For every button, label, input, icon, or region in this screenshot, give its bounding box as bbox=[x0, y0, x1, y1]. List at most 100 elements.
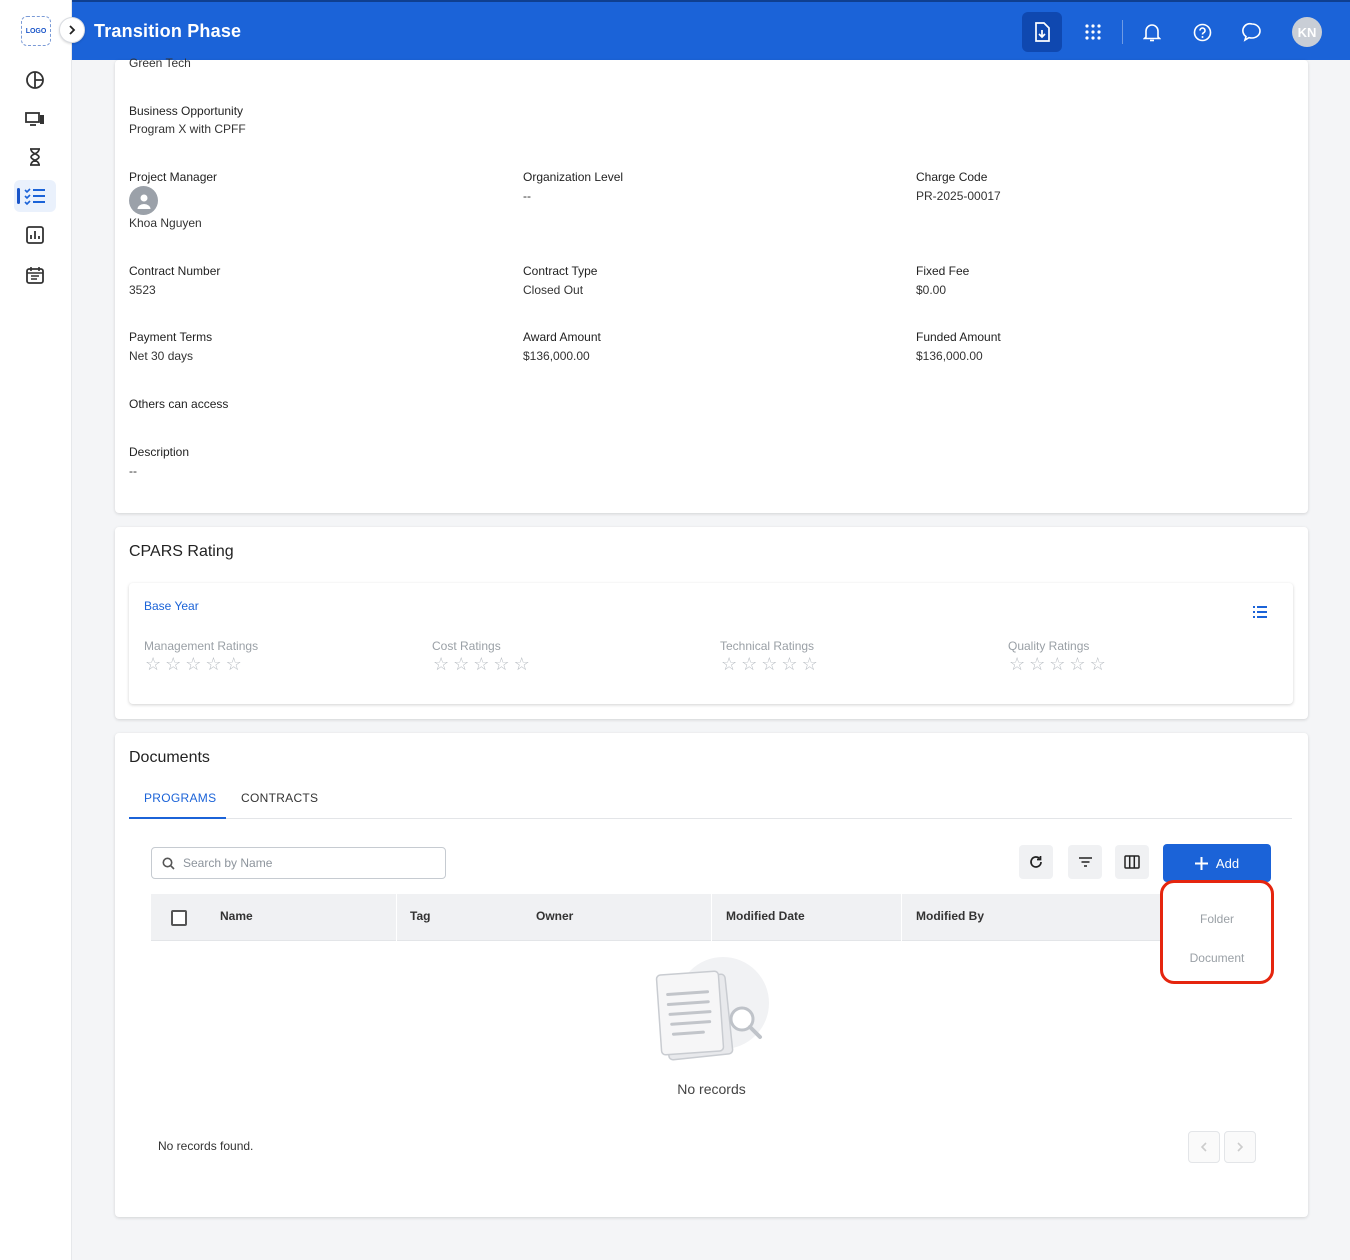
sidebar-item-tasks[interactable] bbox=[14, 180, 56, 212]
cost-ratings-label: Cost Ratings bbox=[432, 639, 501, 653]
menu-item-folder[interactable]: Folder bbox=[1163, 912, 1271, 926]
star-icon[interactable]: ☆ bbox=[185, 655, 201, 673]
column-tag[interactable]: Tag bbox=[410, 909, 430, 923]
star-icon[interactable]: ☆ bbox=[165, 655, 181, 673]
app-header: Transition Phase KN bbox=[72, 0, 1350, 60]
records-found-text: No records found. bbox=[158, 1139, 254, 1153]
quality-ratings-label: Quality Ratings bbox=[1008, 639, 1090, 653]
column-separator bbox=[711, 894, 712, 941]
column-name[interactable]: Name bbox=[220, 909, 253, 923]
star-icon[interactable]: ☆ bbox=[1009, 655, 1025, 673]
organization-level-label: Organization Level bbox=[523, 170, 624, 184]
award-amount-label: Award Amount bbox=[523, 330, 601, 344]
download-document-button[interactable] bbox=[1022, 12, 1062, 52]
column-modified-date[interactable]: Modified Date bbox=[726, 909, 805, 923]
sidebar-item-calendar[interactable] bbox=[14, 259, 56, 291]
refresh-icon bbox=[1030, 856, 1042, 868]
previous-page-button[interactable] bbox=[1188, 1131, 1220, 1163]
star-icon[interactable]: ☆ bbox=[761, 655, 777, 673]
payment-terms-label: Payment Terms bbox=[129, 330, 213, 344]
notifications-button[interactable] bbox=[1132, 12, 1172, 52]
sidebar-item-reports[interactable] bbox=[14, 219, 56, 251]
empty-state-text: No records bbox=[677, 1081, 746, 1097]
star-icon[interactable]: ☆ bbox=[781, 655, 797, 673]
star-icon[interactable]: ☆ bbox=[145, 655, 161, 673]
filter-button[interactable] bbox=[1068, 845, 1102, 879]
columns-button[interactable] bbox=[1115, 845, 1149, 879]
star-icon[interactable]: ☆ bbox=[1090, 655, 1106, 673]
star-icon[interactable]: ☆ bbox=[473, 655, 489, 673]
description-label: Description bbox=[129, 445, 190, 459]
add-button[interactable]: Add bbox=[1163, 844, 1271, 882]
user-avatar[interactable]: KN bbox=[1292, 17, 1322, 47]
star-icon[interactable]: ☆ bbox=[721, 655, 737, 673]
award-amount-value: $136,000.00 bbox=[523, 349, 590, 363]
next-page-button[interactable] bbox=[1224, 1131, 1256, 1163]
rating-period-panel: Base Year Management Ratings ☆ ☆ ☆ ☆ ☆ Cost … bbox=[129, 583, 1293, 704]
plus-icon bbox=[1194, 856, 1208, 870]
document-search[interactable] bbox=[151, 847, 446, 879]
help-button[interactable] bbox=[1182, 12, 1222, 52]
menu-item-document[interactable]: Document bbox=[1163, 951, 1271, 965]
column-separator bbox=[901, 894, 902, 941]
cost-ratings-stars[interactable]: ☆ ☆ ☆ ☆ ☆ bbox=[433, 655, 530, 673]
sidebar-item-dashboard[interactable] bbox=[14, 64, 56, 96]
column-separator bbox=[396, 894, 397, 941]
quality-ratings-stars[interactable]: ☆ ☆ ☆ ☆ ☆ bbox=[1009, 655, 1106, 673]
refresh-button[interactable] bbox=[1019, 845, 1053, 879]
chat-icon bbox=[1242, 22, 1261, 42]
search-input[interactable] bbox=[183, 856, 423, 870]
app-logo[interactable]: LOGO bbox=[21, 16, 51, 46]
description-value: -- bbox=[129, 464, 137, 478]
star-icon[interactable]: ☆ bbox=[1029, 655, 1045, 673]
tab-programs[interactable]: PROGRAMS bbox=[144, 791, 216, 805]
others-can-access-label: Others can access bbox=[129, 397, 229, 411]
tab-contracts[interactable]: CONTRACTS bbox=[241, 791, 318, 805]
star-icon[interactable]: ☆ bbox=[1049, 655, 1065, 673]
apps-grid-icon bbox=[1085, 24, 1101, 40]
sidebar: LOGO bbox=[0, 0, 72, 1260]
bell-icon bbox=[1143, 24, 1161, 42]
star-icon[interactable]: ☆ bbox=[205, 655, 221, 673]
technical-ratings-label: Technical Ratings bbox=[720, 639, 815, 653]
chevron-left-icon bbox=[1200, 1142, 1207, 1152]
help-icon bbox=[1193, 23, 1211, 41]
hourglass-icon bbox=[30, 148, 40, 166]
chat-button[interactable] bbox=[1232, 12, 1272, 52]
rating-period-label[interactable]: Base Year bbox=[144, 599, 199, 613]
column-modified-by[interactable]: Modified By bbox=[916, 909, 984, 923]
funded-amount-value: $136,000.00 bbox=[916, 349, 983, 363]
star-icon[interactable]: ☆ bbox=[433, 655, 449, 673]
fixed-fee-value: $0.00 bbox=[916, 283, 947, 297]
management-ratings-label: Management Ratings bbox=[144, 639, 259, 653]
star-icon[interactable]: ☆ bbox=[226, 655, 242, 673]
filter-icon bbox=[1078, 857, 1092, 867]
search-icon bbox=[162, 857, 175, 870]
sidebar-expand-button[interactable] bbox=[59, 17, 85, 43]
documents-card: Documents PROGRAMS CONTRACTS Add Name Ta… bbox=[115, 733, 1308, 1217]
contract-type-label: Contract Type bbox=[523, 264, 598, 278]
star-icon[interactable]: ☆ bbox=[514, 655, 530, 673]
contract-type-value: Closed Out bbox=[523, 283, 584, 297]
star-icon[interactable]: ☆ bbox=[1069, 655, 1085, 673]
chevron-right-icon bbox=[1237, 1142, 1244, 1152]
star-icon[interactable]: ☆ bbox=[802, 655, 818, 673]
top-field-value: Green Tech bbox=[129, 56, 191, 70]
rating-list-button[interactable] bbox=[1253, 605, 1267, 623]
empty-documents-illustration bbox=[655, 957, 769, 1061]
select-all-checkbox[interactable] bbox=[171, 910, 187, 926]
cpars-title: CPARS Rating bbox=[129, 543, 234, 560]
devices-icon bbox=[25, 112, 44, 126]
project-manager-label: Project Manager bbox=[129, 170, 218, 184]
apps-button[interactable] bbox=[1073, 12, 1113, 52]
sidebar-item-timeline[interactable] bbox=[14, 141, 56, 173]
management-ratings-stars[interactable]: ☆ ☆ ☆ ☆ ☆ bbox=[145, 655, 242, 673]
technical-ratings-stars[interactable]: ☆ ☆ ☆ ☆ ☆ bbox=[721, 655, 818, 673]
star-icon[interactable]: ☆ bbox=[493, 655, 509, 673]
star-icon[interactable]: ☆ bbox=[453, 655, 469, 673]
business-opportunity-value: Program X with CPFF bbox=[129, 122, 246, 136]
column-owner[interactable]: Owner bbox=[536, 909, 573, 923]
star-icon[interactable]: ☆ bbox=[741, 655, 757, 673]
sidebar-item-devices[interactable] bbox=[14, 103, 56, 135]
document-download-icon bbox=[1035, 22, 1050, 42]
